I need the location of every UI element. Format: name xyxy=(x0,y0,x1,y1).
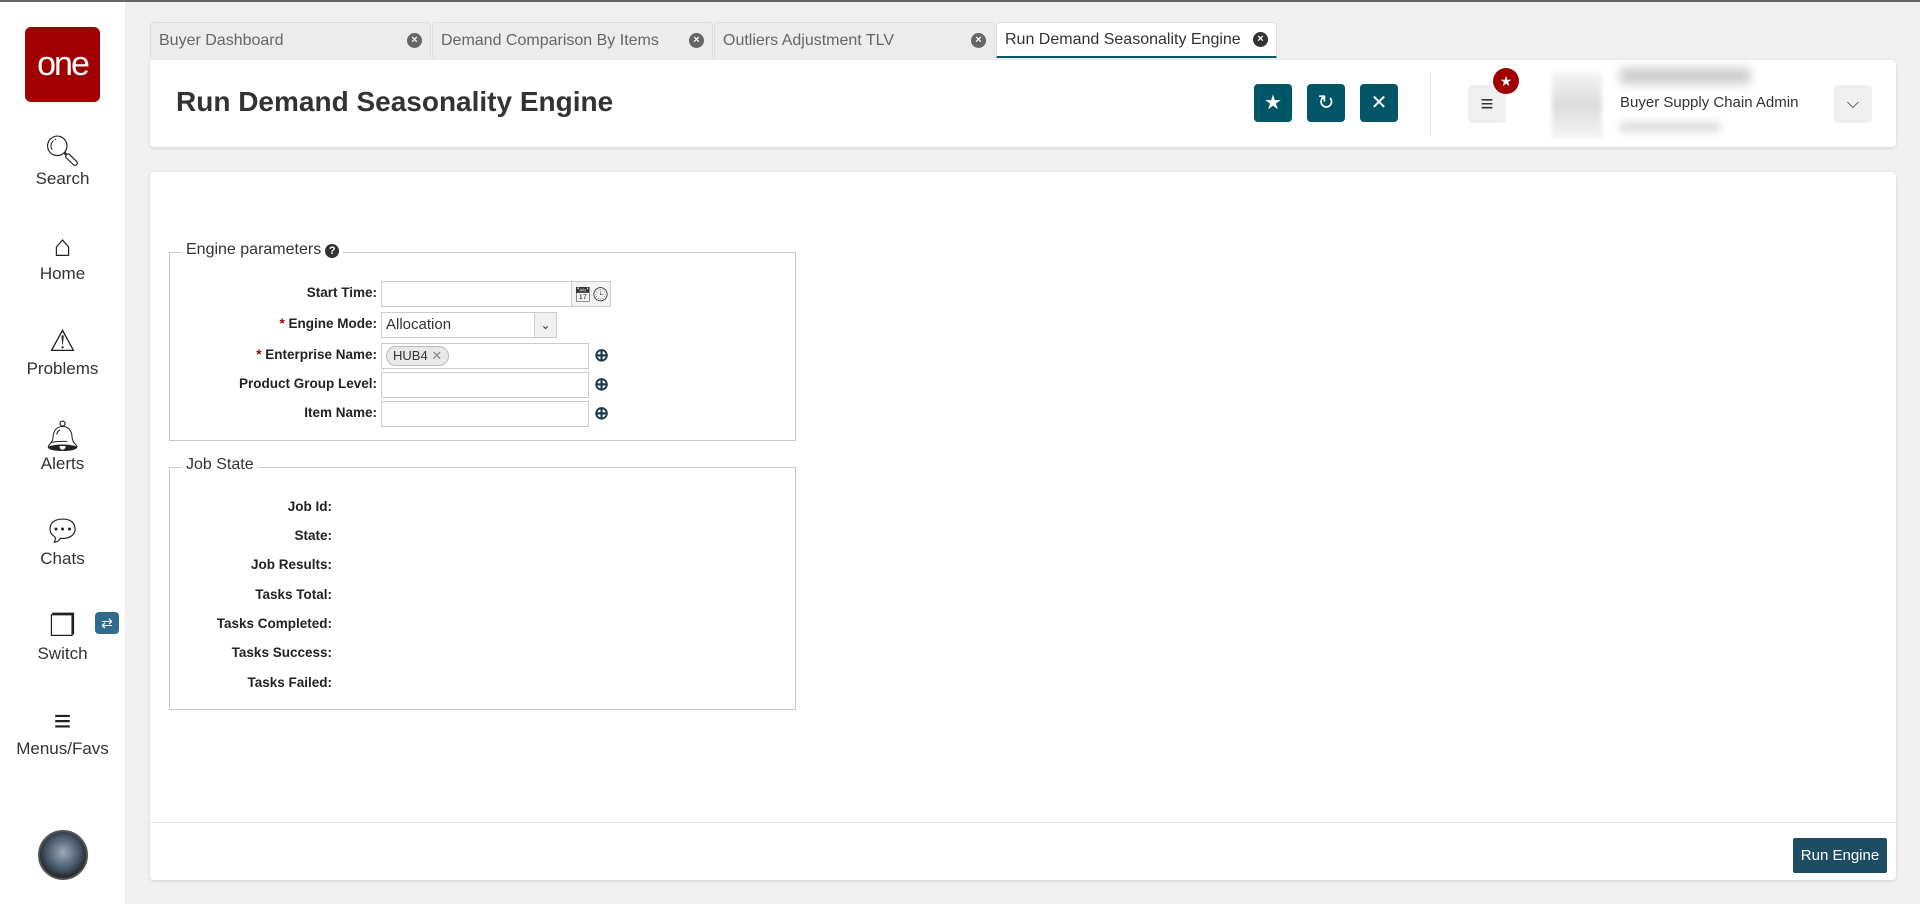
required-asterisk: * xyxy=(279,316,289,331)
tab-buyer-dashboard[interactable]: Buyer Dashboard × xyxy=(150,22,431,58)
label-text: Engine Mode: xyxy=(288,316,378,331)
search-icon: 🔍︎ xyxy=(43,135,82,168)
sidebar-item-label: Chats xyxy=(40,549,85,568)
sidebar-item-label: Home xyxy=(39,264,86,283)
engine-mode-row: * Engine Mode: Allocation ⌄ xyxy=(170,312,795,338)
favorites-star-badge-icon: ★ xyxy=(1493,68,1519,94)
chevron-down-icon: ⌵ xyxy=(1846,95,1860,112)
engine-parameters-fieldset: Engine parameters? Start Time: 📅︎🕒︎ * En… xyxy=(169,241,796,441)
chat-icon: 💬︎ xyxy=(43,515,82,548)
close-tab-icon[interactable]: × xyxy=(1253,32,1268,47)
tasks-failed-label: Tasks Failed: xyxy=(247,675,332,690)
tasks-success-label: Tasks Success: xyxy=(231,645,332,660)
zoom-in-search-icon[interactable]: ⊕ xyxy=(594,374,609,395)
help-icon[interactable]: ? xyxy=(325,244,340,258)
tab-label: Run Demand Seasonality Engine xyxy=(1005,30,1241,48)
menu-icon: ≡ xyxy=(53,705,72,738)
tab-demand-comparison[interactable]: Demand Comparison By Items × xyxy=(432,22,713,58)
selected-value: Allocation xyxy=(386,316,452,333)
start-time-input[interactable] xyxy=(381,281,573,307)
engine-mode-select[interactable]: Allocation ⌄ xyxy=(381,312,557,338)
job-results-label: Job Results: xyxy=(250,557,332,572)
field-label: * Engine Mode: xyxy=(279,316,377,331)
tab-run-demand-seasonality[interactable]: Run Demand Seasonality Engine × xyxy=(996,22,1277,58)
zoom-in-search-icon[interactable]: ⊕ xyxy=(594,403,609,424)
chip-label: HUB4 xyxy=(393,348,428,363)
refresh-button[interactable]: ↻ xyxy=(1307,84,1345,122)
item-name-row: Item Name: ⊕ xyxy=(170,401,795,427)
start-time-row: Start Time: 📅︎🕒︎ xyxy=(170,281,795,307)
calendar-icon[interactable]: 📅︎ xyxy=(574,286,592,302)
main-panel: Engine parameters? Start Time: 📅︎🕒︎ * En… xyxy=(150,172,1896,880)
zoom-in-search-icon[interactable]: ⊕ xyxy=(594,345,609,366)
job-id-label: Job Id: xyxy=(287,499,332,514)
sidebar-item-chats[interactable]: 💬︎ Chats xyxy=(0,515,125,569)
refresh-icon: ↻ xyxy=(1317,92,1335,114)
tab-bar: Buyer Dashboard × Demand Comparison By It… xyxy=(150,22,1278,58)
sidebar-item-alerts[interactable]: 🔔︎ Alerts xyxy=(0,420,125,474)
tab-label: Buyer Dashboard xyxy=(159,31,284,49)
run-engine-button[interactable]: Run Engine xyxy=(1793,838,1887,873)
sidebar-item-label: Switch xyxy=(37,644,88,663)
close-button[interactable]: ✕ xyxy=(1360,84,1398,122)
divider xyxy=(1430,72,1431,136)
tasks-total-label: Tasks Total: xyxy=(255,587,332,602)
home-icon: ⌂ xyxy=(53,230,72,263)
sidebar-item-home[interactable]: ⌂ Home xyxy=(0,230,125,284)
clock-icon[interactable]: 🕒︎ xyxy=(592,286,610,302)
tab-label: Outliers Adjustment TLV xyxy=(723,31,895,49)
state-label: State: xyxy=(294,528,332,543)
user-org-blurred xyxy=(1620,122,1720,132)
star-icon: ★ xyxy=(1264,92,1282,114)
sidebar-item-problems[interactable]: ⚠︎ Problems xyxy=(0,325,125,379)
date-time-picker[interactable]: 📅︎🕒︎ xyxy=(571,281,611,307)
bell-icon: 🔔︎ xyxy=(43,420,82,453)
chevron-down-icon[interactable]: ⌄ xyxy=(534,313,556,337)
enterprise-chip: HUB4 ✕ xyxy=(386,346,450,366)
legend-text: Engine parameters xyxy=(186,241,322,258)
fieldset-legend: Engine parameters? xyxy=(182,241,344,259)
enterprise-name-row: * Enterprise Name: HUB4 ✕ ⊕ xyxy=(170,343,795,369)
item-name-input[interactable] xyxy=(381,401,589,427)
sidebar: one 🔍︎ Search ⌂ Home ⚠︎ Problems 🔔︎ Alerts 💬… xyxy=(0,2,125,904)
fieldset-legend: Job State xyxy=(182,456,258,474)
product-group-level-input[interactable] xyxy=(381,372,589,398)
job-state-fieldset: Job State Job Id: State: Job Results: Ta… xyxy=(169,456,796,710)
sidebar-item-label: Problems xyxy=(26,359,99,378)
sidebar-item-label: Menus/Favs xyxy=(16,739,109,758)
switch-arrows-icon[interactable]: ⇄ xyxy=(95,612,119,634)
page-header: Run Demand Seasonality Engine ★ ↻ ✕ ≡ ★ … xyxy=(150,60,1896,147)
remove-chip-icon[interactable]: ✕ xyxy=(431,348,442,363)
user-dropdown-button[interactable]: ⌵ xyxy=(1834,85,1872,123)
required-asterisk: * xyxy=(256,347,266,362)
user-name-blurred xyxy=(1620,68,1750,84)
label-text: Enterprise Name: xyxy=(265,347,377,362)
product-group-level-row: Product Group Level: ⊕ xyxy=(170,372,795,398)
logo[interactable]: one xyxy=(25,27,100,102)
page-title: Run Demand Seasonality Engine xyxy=(176,86,614,117)
warning-icon: ⚠︎ xyxy=(49,325,76,358)
sidebar-item-label: Search xyxy=(35,169,90,188)
sidebar-item-menus-favs[interactable]: ≡ Menus/Favs xyxy=(0,705,125,759)
assistant-avatar[interactable] xyxy=(38,830,88,880)
sidebar-item-label: Alerts xyxy=(40,454,85,473)
tab-outliers-adjustment[interactable]: Outliers Adjustment TLV × xyxy=(714,22,995,58)
hamburger-icon: ≡ xyxy=(1480,91,1494,116)
field-label: * Enterprise Name: xyxy=(256,347,377,362)
tab-label: Demand Comparison By Items xyxy=(441,31,659,49)
enterprise-name-input[interactable]: HUB4 ✕ xyxy=(381,343,589,369)
field-label: Item Name: xyxy=(304,405,377,420)
close-icon: ✕ xyxy=(1370,92,1388,114)
close-tab-icon[interactable]: × xyxy=(971,33,986,48)
close-tab-icon[interactable]: × xyxy=(407,33,422,48)
field-label: Product Group Level: xyxy=(238,376,377,391)
footer-divider xyxy=(150,822,1896,823)
tasks-completed-label: Tasks Completed: xyxy=(216,616,332,631)
close-tab-icon[interactable]: × xyxy=(689,33,704,48)
favorite-button[interactable]: ★ xyxy=(1254,84,1292,122)
user-role: Buyer Supply Chain Admin xyxy=(1620,94,1799,111)
field-label: Start Time: xyxy=(306,285,377,300)
user-avatar xyxy=(1552,72,1602,138)
sidebar-item-search[interactable]: 🔍︎ Search xyxy=(0,135,125,189)
